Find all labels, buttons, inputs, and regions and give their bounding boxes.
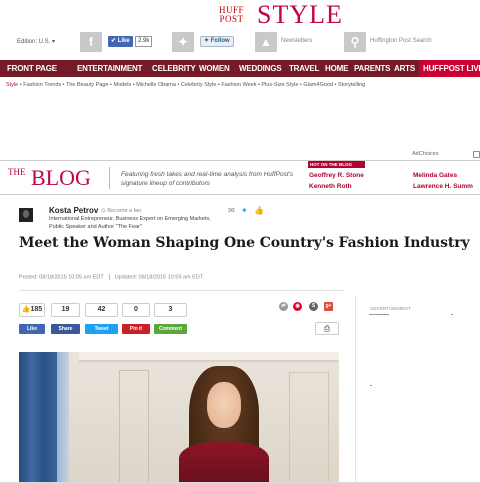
article-image[interactable] — [19, 352, 339, 483]
search-icon[interactable]: ⚲ — [344, 32, 366, 52]
nav-front-page[interactable]: FRONT PAGE — [7, 64, 57, 73]
become-fan-label: Become a fan — [107, 208, 142, 214]
subnav-section[interactable]: Style — [6, 82, 18, 88]
adchoices-icon[interactable] — [473, 151, 480, 158]
sidebar-divider — [355, 296, 356, 483]
author-bio: International Entrepreneur, Business Exp… — [49, 216, 211, 230]
thumb-icon: 👍 — [21, 306, 31, 313]
print-icon: ⎙ — [323, 324, 331, 333]
huffpost-logo[interactable]: HUFF POST — [219, 6, 244, 24]
divider — [19, 290, 344, 291]
main-nav: FRONT PAGE ENTERTAINMENT CELEBRITY WOMEN… — [0, 60, 480, 77]
updated-date: Updated: 08/18/2015 10:59 am EDT — [114, 274, 204, 281]
twitter-icon[interactable]: ✦ — [241, 206, 248, 215]
photo-subject-face — [207, 382, 241, 428]
fb-like-label: Like — [117, 38, 130, 44]
posted-date: Posted: 08/18/2015 10:05 am EDT — [19, 274, 104, 281]
subnav-items[interactable]: • Fashion Trends • The Beauty Page • Mod… — [20, 82, 365, 88]
blog-logo[interactable]: BLOG — [31, 166, 91, 190]
ad-placeholder-line — [369, 314, 389, 315]
facebook-icon[interactable]: f — [80, 32, 102, 52]
edition-selector[interactable]: Edition: U.S. ▾ — [17, 38, 55, 45]
blog-link[interactable]: Melinda Gates — [413, 172, 457, 179]
blog-link[interactable]: Kenneth Roth — [309, 183, 352, 190]
blog-tagline: Featuring fresh takes and real-time anal… — [121, 171, 294, 187]
become-fan-link[interactable]: ◎ Become a fan — [101, 208, 141, 214]
googleplus-icon[interactable]: g+ — [324, 302, 333, 311]
follow-label: Follow — [210, 38, 230, 44]
share-count: 19 — [51, 303, 80, 317]
article-dates: Posted: 08/18/2015 10:05 am EDT Updated: … — [19, 274, 203, 280]
ad-placeholder-line — [370, 385, 372, 386]
search-input[interactable]: Huffington Post Search — [370, 38, 432, 44]
stumble-icon[interactable]: S — [309, 302, 318, 311]
twitter-icon[interactable]: ✦ — [172, 32, 194, 52]
blog-divider — [109, 167, 110, 189]
photo-sheer-curtain — [57, 352, 69, 483]
nav-entertainment[interactable]: ENTERTAINMENT — [77, 64, 142, 73]
bird-icon: ✦ — [204, 38, 211, 44]
nav-arts[interactable]: ARTS — [394, 64, 415, 73]
author-avatar[interactable] — [19, 208, 33, 222]
photo-wall-panel — [289, 372, 329, 483]
logo-post: POST — [219, 14, 244, 24]
adchoices-link[interactable]: AdChoices — [412, 151, 439, 157]
bell-icon[interactable]: ▲ — [255, 32, 277, 52]
like-count-value: 185 — [30, 306, 43, 313]
print-button[interactable]: ⎙ — [315, 322, 339, 335]
fb-share-button[interactable]: Share — [51, 324, 80, 334]
nav-celebrity[interactable]: CELEBRITY — [152, 64, 196, 73]
comment-count: 3 — [154, 303, 187, 317]
nav-parents[interactable]: PARENTS — [354, 64, 390, 73]
blog-logo-the: THE — [8, 167, 26, 177]
share-icon[interactable]: ⇄ — [279, 302, 288, 311]
fb-like-count: 2.9k — [135, 36, 153, 47]
newsletters-link[interactable]: Newsletters — [281, 38, 312, 44]
photo-curtain — [19, 352, 57, 483]
ad-placeholder-line — [451, 314, 453, 315]
blog-link[interactable]: Geoffrey R. Stone — [309, 172, 364, 179]
facebook-like-icon[interactable]: 👍 — [254, 206, 264, 215]
fb-like-button[interactable]: ✔ Like — [108, 36, 133, 47]
date-divider — [108, 274, 110, 280]
nav-huffpost-live[interactable]: HUFFPOST LIVE — [419, 60, 480, 77]
article-headline: Meet the Woman Shaping One Country's Fas… — [19, 235, 470, 251]
nav-home[interactable]: HOME — [325, 64, 348, 73]
photo-ceiling-molding — [79, 352, 339, 362]
pin-count: 0 — [122, 303, 150, 317]
reddit-icon[interactable]: ◉ — [293, 302, 302, 311]
author-name[interactable]: Kosta Petrov — [49, 206, 98, 215]
fb-like-share-button[interactable]: Like — [19, 324, 45, 334]
advertisement-label: ADVERTISEMENT — [370, 306, 411, 311]
comment-button[interactable]: Comment — [154, 324, 187, 334]
twitter-follow-button[interactable]: ✦ Follow — [200, 36, 234, 47]
nav-travel[interactable]: TRAVEL — [289, 64, 319, 73]
thumb-icon: ✔ — [111, 38, 118, 44]
blog-link[interactable]: Lawrence H. Summ — [413, 183, 473, 190]
photo-subject-dress — [179, 442, 269, 483]
nav-women[interactable]: WOMEN — [199, 64, 230, 73]
section-title[interactable]: STYLE — [257, 2, 343, 28]
like-count: 👍185 — [19, 303, 45, 317]
pinterest-button[interactable]: Pin it — [122, 324, 150, 334]
sub-nav: Style • Fashion Trends • The Beauty Page… — [6, 82, 365, 88]
tweet-button[interactable]: Tweet — [85, 324, 118, 334]
nav-weddings[interactable]: WEDDINGS — [239, 64, 282, 73]
photo-wall-panel — [119, 370, 149, 483]
tweet-count: 42 — [85, 303, 118, 317]
email-icon[interactable]: ✉ — [228, 206, 235, 215]
hot-on-blog-label: HOT ON THE BLOG — [308, 161, 365, 168]
